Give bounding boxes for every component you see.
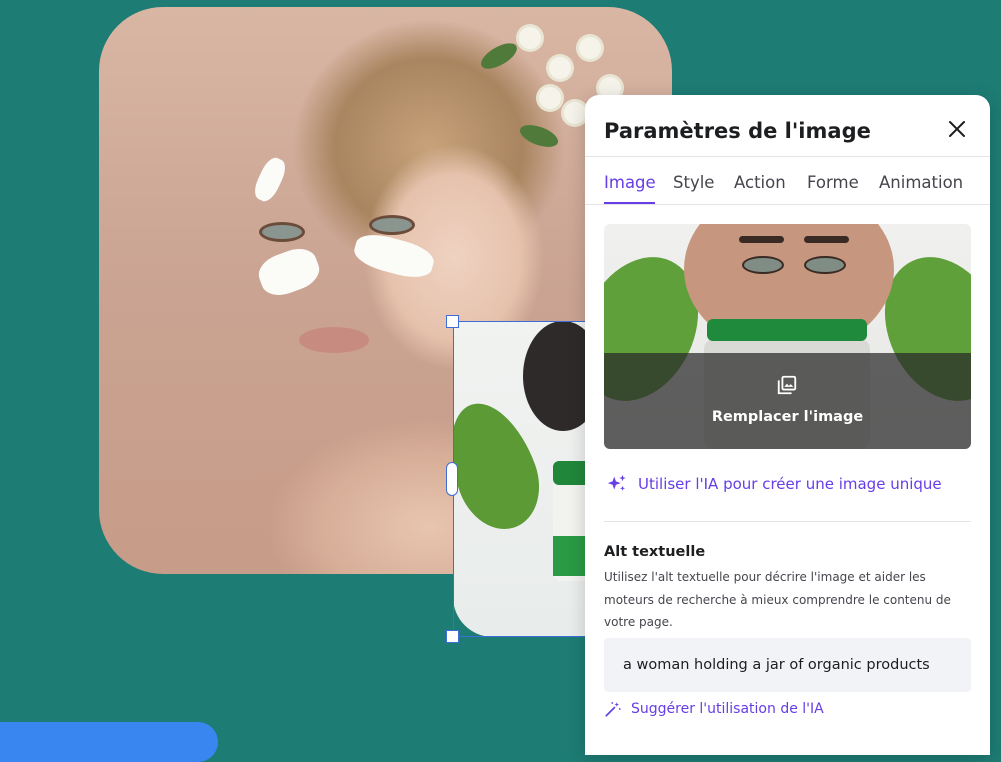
cream-mark bbox=[350, 229, 438, 283]
eye bbox=[804, 256, 846, 274]
ai-create-image-label: Utiliser l'IA pour créer une image uniqu… bbox=[638, 475, 942, 493]
image-settings-panel: Paramètres de l'image Image Style Action… bbox=[585, 95, 990, 755]
flower-decor bbox=[549, 57, 571, 79]
flower-decor bbox=[564, 102, 586, 124]
cream-mark bbox=[253, 242, 325, 302]
close-button[interactable] bbox=[945, 117, 969, 141]
tab-animation[interactable]: Animation bbox=[879, 173, 963, 192]
close-icon bbox=[949, 121, 965, 137]
eye bbox=[369, 215, 415, 235]
eyebrow bbox=[739, 236, 784, 243]
lips bbox=[299, 327, 369, 353]
eye bbox=[742, 256, 784, 274]
magic-wand-icon bbox=[605, 702, 621, 717]
replace-image-button[interactable] bbox=[604, 353, 971, 449]
flower-decor bbox=[519, 27, 541, 49]
leaf-decor bbox=[477, 38, 521, 74]
ai-create-image-link[interactable]: Utiliser l'IA pour créer une image uniqu… bbox=[606, 473, 942, 495]
tab-image[interactable]: Image bbox=[604, 173, 656, 192]
divider bbox=[585, 156, 990, 157]
leaf-decor bbox=[517, 120, 561, 152]
suggest-ai-link[interactable]: Suggérer l'utilisation de l'IA bbox=[604, 700, 824, 718]
alt-text-title: Alt textuelle bbox=[604, 544, 706, 560]
divider bbox=[604, 521, 971, 522]
eye bbox=[259, 222, 305, 242]
cream-mark bbox=[250, 154, 290, 205]
flower-decor bbox=[539, 87, 561, 109]
tab-forme[interactable]: Forme bbox=[807, 173, 859, 192]
divider bbox=[585, 204, 990, 205]
panel-title: Paramètres de l'image bbox=[604, 119, 871, 143]
tab-style[interactable]: Style bbox=[673, 173, 714, 192]
replace-image-label: Remplacer l'image bbox=[711, 409, 864, 425]
gallery-icon bbox=[777, 375, 797, 395]
suggest-ai-label: Suggérer l'utilisation de l'IA bbox=[631, 701, 824, 717]
tab-action[interactable]: Action bbox=[734, 173, 786, 192]
flower-decor bbox=[579, 37, 601, 59]
resize-handle-left[interactable] bbox=[446, 462, 458, 496]
resize-handle-top-left[interactable] bbox=[446, 315, 459, 328]
eyebrow bbox=[804, 236, 849, 243]
image-preview[interactable]: Remplacer l'image bbox=[604, 224, 971, 449]
jar-cap bbox=[707, 319, 867, 341]
resize-handle-bottom-left[interactable] bbox=[446, 630, 459, 643]
bottom-button[interactable] bbox=[0, 722, 218, 762]
alt-text-description: Utilisez l'alt textuelle pour décrire l'… bbox=[604, 570, 951, 629]
sparkle-icon bbox=[607, 474, 626, 491]
alt-text-input[interactable] bbox=[604, 638, 971, 692]
